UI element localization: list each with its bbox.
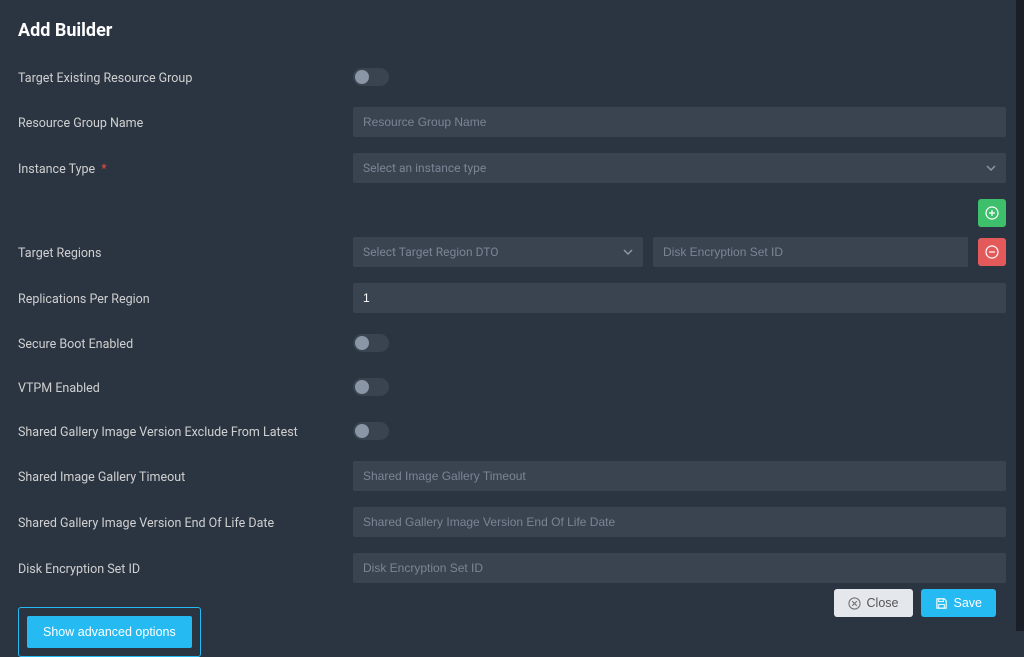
toggle-knob <box>355 70 369 84</box>
toggle-exclude-latest[interactable] <box>353 422 389 440</box>
label-exclude-latest: Shared Gallery Image Version Exclude Fro… <box>18 422 353 440</box>
toggle-secure-boot[interactable] <box>353 334 389 352</box>
close-label: Close <box>867 596 899 610</box>
page-title: Add Builder <box>18 20 1006 41</box>
label-instance-type: Instance Type * <box>18 159 353 177</box>
replications-input[interactable] <box>353 283 1006 313</box>
rg-name-input[interactable] <box>353 107 1006 137</box>
toggle-knob <box>355 380 369 394</box>
instance-type-select[interactable]: Select an instance type <box>353 153 1006 183</box>
toggle-target-existing-rg[interactable] <box>353 68 389 86</box>
close-button[interactable]: Close <box>834 589 913 617</box>
toggle-knob <box>355 336 369 350</box>
label-target-regions: Target Regions <box>18 243 353 261</box>
label-rg-name: Resource Group Name <box>18 113 353 131</box>
label-eol-date: Shared Gallery Image Version End Of Life… <box>18 513 353 531</box>
advanced-options-highlight: Show advanced options <box>18 607 201 657</box>
disk-encryption-input[interactable] <box>353 553 1006 583</box>
target-region-placeholder: Select Target Region DTO <box>363 245 499 259</box>
chevron-down-icon <box>623 247 633 257</box>
toggle-knob <box>355 424 369 438</box>
save-label: Save <box>954 596 983 610</box>
label-secure-boot: Secure Boot Enabled <box>18 334 353 352</box>
label-replications: Replications Per Region <box>18 289 353 307</box>
instance-type-placeholder: Select an instance type <box>363 161 486 175</box>
required-marker: * <box>101 162 106 177</box>
show-advanced-options-button[interactable]: Show advanced options <box>27 616 192 648</box>
label-vtpm: VTPM Enabled <box>18 378 353 396</box>
target-region-select[interactable]: Select Target Region DTO <box>353 237 643 267</box>
label-gallery-timeout: Shared Image Gallery Timeout <box>18 467 353 485</box>
remove-region-button[interactable] <box>978 238 1006 266</box>
eol-date-input[interactable] <box>353 507 1006 537</box>
save-icon <box>935 597 948 610</box>
gallery-timeout-input[interactable] <box>353 461 1006 491</box>
add-region-button[interactable] <box>978 199 1006 227</box>
label-target-existing-rg: Target Existing Resource Group <box>18 68 353 86</box>
save-button[interactable]: Save <box>921 589 997 617</box>
label-disk-encryption: Disk Encryption Set ID <box>18 559 353 577</box>
chevron-down-icon <box>986 163 996 173</box>
toggle-vtpm[interactable] <box>353 378 389 396</box>
close-icon <box>848 597 861 610</box>
region-disk-encryption-input[interactable] <box>653 237 968 267</box>
